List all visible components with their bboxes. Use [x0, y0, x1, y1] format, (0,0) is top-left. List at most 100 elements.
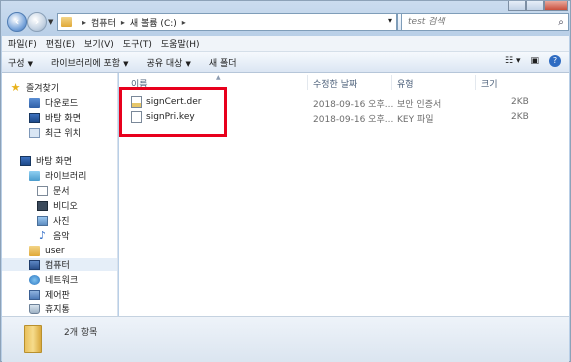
nav-videos[interactable]: 비디오	[37, 199, 78, 212]
view-controls: ☷ ▾ ▣ ?	[495, 55, 561, 67]
breadcrumb-volume-c[interactable]: 새 볼륨 (C:)	[130, 16, 177, 29]
nav-documents-label: 문서	[53, 187, 70, 197]
user-folder-icon	[29, 245, 40, 256]
control-panel-icon	[29, 289, 40, 300]
nav-desktop-favorite-label: 바탕 화면	[45, 114, 81, 124]
organize-button[interactable]: 구성 ▼	[8, 56, 33, 69]
nav-desktop[interactable]: 바탕 화면	[20, 154, 72, 167]
nav-recycle-bin-label: 휴지통	[45, 305, 70, 315]
folder-icon	[24, 325, 42, 353]
search-box[interactable]: ⌕	[401, 13, 569, 31]
recent-pages-dropdown-icon[interactable]: ▼	[48, 18, 53, 26]
nav-control-panel[interactable]: 제어판	[29, 288, 70, 301]
nav-favorites[interactable]: ★ 즐겨찾기	[10, 80, 60, 95]
chevron-right-icon[interactable]: ▸	[182, 18, 186, 27]
breadcrumb-computer[interactable]: 컴퓨터	[91, 16, 116, 29]
column-divider[interactable]	[307, 75, 308, 90]
menu-help[interactable]: 도움말(H)	[161, 37, 200, 50]
menu-tools[interactable]: 도구(T)	[123, 37, 152, 50]
explorer-window: ‹ › ▼ ▸ 컴퓨터 ▸ 새 볼륨 (C:) ▸ ▾ ↻ ⌕ 파일(F) 편집…	[0, 0, 571, 362]
nav-downloads-label: 다운로드	[45, 99, 79, 109]
nav-music[interactable]: ♪ 음악	[37, 228, 70, 243]
chevron-right-icon[interactable]: ▸	[82, 18, 86, 27]
menu-edit[interactable]: 편집(E)	[46, 37, 75, 50]
nav-computer[interactable]: 컴퓨터	[2, 258, 117, 271]
nav-downloads[interactable]: 다운로드	[29, 96, 78, 109]
folder-icon	[61, 17, 72, 27]
libraries-icon	[29, 170, 40, 181]
nav-favorites-label: 즐겨찾기	[26, 84, 60, 94]
nav-desktop-label: 바탕 화면	[36, 157, 72, 167]
chevron-down-icon: ▼	[123, 59, 129, 68]
address-bar[interactable]: ▸ 컴퓨터 ▸ 새 볼륨 (C:) ▸ ▾	[57, 13, 397, 31]
back-button[interactable]: ‹	[7, 12, 27, 32]
file-size: 2KB	[511, 97, 529, 107]
column-header-date[interactable]: 수정한 날짜	[313, 77, 357, 90]
videos-icon	[37, 200, 48, 211]
file-type: 보안 인증서	[397, 100, 442, 110]
chevron-right-icon[interactable]: ▸	[121, 18, 125, 27]
preview-pane-icon[interactable]: ▣	[530, 56, 539, 66]
column-header-type[interactable]: 유형	[397, 77, 414, 90]
nav-pictures-label: 사진	[53, 217, 70, 227]
change-view-icon[interactable]: ☷ ▾	[505, 56, 520, 66]
forward-button[interactable]: ›	[27, 12, 47, 32]
command-bar: 구성 ▼ 라이브러리에 포함 ▼ 공유 대상 ▼ 새 폴더 ☷ ▾ ▣ ?	[2, 52, 569, 73]
computer-icon	[29, 259, 40, 270]
column-divider[interactable]	[475, 75, 476, 90]
menu-bar: 파일(F) 편집(E) 보기(V) 도구(T) 도움말(H)	[2, 36, 569, 52]
nav-videos-label: 비디오	[53, 202, 78, 212]
search-input[interactable]	[408, 17, 554, 27]
desktop-icon	[29, 112, 40, 123]
file-date: 2018-09-16 오후...	[313, 115, 394, 125]
sort-ascending-icon: ▲	[216, 74, 221, 81]
menu-view[interactable]: 보기(V)	[84, 37, 114, 50]
nav-recycle-bin[interactable]: 휴지통	[29, 302, 70, 315]
share-with-label: 공유 대상	[146, 58, 183, 69]
nav-computer-label: 컴퓨터	[45, 261, 70, 271]
navigation-pane: ★ 즐겨찾기 다운로드 바탕 화면 최근 위치 바탕 화면 라이브러리 문서 비…	[2, 73, 118, 316]
nav-network-label: 네트워크	[45, 276, 79, 286]
column-divider[interactable]	[391, 75, 392, 90]
nav-recent-places[interactable]: 최근 위치	[29, 126, 81, 139]
search-icon[interactable]: ⌕	[554, 17, 568, 28]
organize-label: 구성	[8, 58, 25, 69]
address-dropdown-icon[interactable]: ▾	[388, 16, 392, 25]
nav-pictures[interactable]: 사진	[37, 214, 70, 227]
nav-libraries-label: 라이브러리	[45, 172, 87, 182]
nav-recent-places-label: 최근 위치	[45, 129, 81, 139]
desktop-icon	[20, 155, 31, 166]
downloads-icon	[29, 97, 40, 108]
highlight-box	[119, 87, 227, 137]
recycle-bin-icon	[29, 303, 40, 314]
file-date: 2018-09-16 오후...	[313, 100, 394, 110]
menu-file[interactable]: 파일(F)	[8, 37, 37, 50]
nav-network[interactable]: 네트워크	[29, 273, 78, 286]
file-size: 2KB	[511, 112, 529, 122]
address-row: ‹ › ▼ ▸ 컴퓨터 ▸ 새 볼륨 (C:) ▸ ▾ ↻ ⌕	[5, 10, 569, 34]
chevron-down-icon: ▼	[185, 59, 191, 68]
documents-icon	[37, 185, 48, 196]
nav-desktop-favorite[interactable]: 바탕 화면	[29, 111, 81, 124]
include-in-library-label: 라이브러리에 포함	[50, 58, 121, 69]
chevron-down-icon: ▼	[27, 59, 33, 68]
item-count: 2개 항목	[64, 328, 98, 338]
music-icon: ♪	[38, 228, 47, 242]
nav-control-panel-label: 제어판	[45, 291, 70, 301]
nav-documents[interactable]: 문서	[37, 184, 70, 197]
network-icon	[29, 274, 40, 285]
nav-user[interactable]: user	[29, 244, 65, 257]
help-icon[interactable]: ?	[549, 55, 561, 67]
include-in-library-button[interactable]: 라이브러리에 포함 ▼	[51, 56, 129, 69]
star-icon: ★	[10, 80, 21, 94]
column-header-size[interactable]: 크기	[481, 77, 498, 90]
pictures-icon	[37, 215, 48, 226]
recent-places-icon	[29, 127, 40, 138]
share-with-button[interactable]: 공유 대상 ▼	[146, 56, 190, 69]
file-type: KEY 파일	[397, 115, 434, 125]
new-folder-button[interactable]: 새 폴더	[209, 56, 237, 69]
status-bar: 2개 항목	[2, 316, 569, 362]
nav-libraries[interactable]: 라이브러리	[29, 169, 86, 182]
nav-music-label: 음악	[53, 232, 70, 242]
nav-user-label: user	[45, 245, 65, 256]
